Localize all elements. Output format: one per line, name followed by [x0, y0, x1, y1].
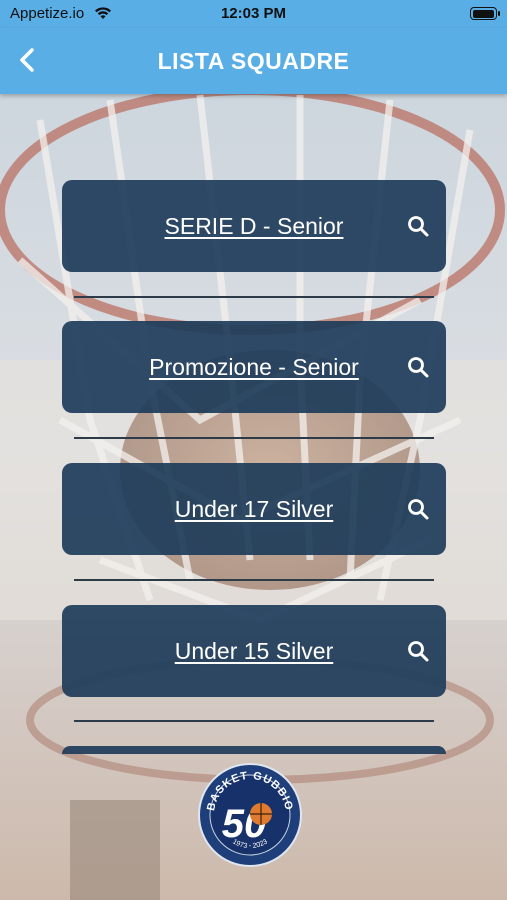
team-label[interactable]: Promozione - Senior [62, 354, 446, 381]
divider [74, 296, 434, 298]
search-icon[interactable] [406, 214, 430, 238]
search-icon[interactable] [406, 639, 430, 663]
divider [74, 579, 434, 581]
page-title: LISTA SQUADRE [157, 48, 350, 74]
basket-gubbio-logo: BASKET GUBBIO 50 1973 - 2023 [197, 762, 303, 868]
divider [74, 437, 434, 439]
status-time: 12:03 PM [220, 5, 287, 22]
status-bar: Appetize.io 12:03 PM [0, 0, 507, 28]
team-card-next[interactable] [62, 746, 446, 754]
navigation-bar: LISTA SQUADRE [0, 28, 507, 94]
team-card-promozione[interactable]: Promozione - Senior [62, 321, 446, 413]
team-card-serie-d[interactable]: SERIE D - Senior [62, 180, 446, 272]
team-label[interactable]: Under 17 Silver [62, 496, 446, 523]
team-label[interactable]: Under 15 Silver [62, 638, 446, 665]
search-icon[interactable] [406, 355, 430, 379]
team-label[interactable]: SERIE D - Senior [62, 213, 446, 240]
battery-icon [470, 7, 500, 20]
team-card-under-15[interactable]: Under 15 Silver [62, 605, 446, 697]
divider [74, 720, 434, 722]
team-card-under-17[interactable]: Under 17 Silver [62, 463, 446, 555]
search-icon[interactable] [406, 497, 430, 521]
